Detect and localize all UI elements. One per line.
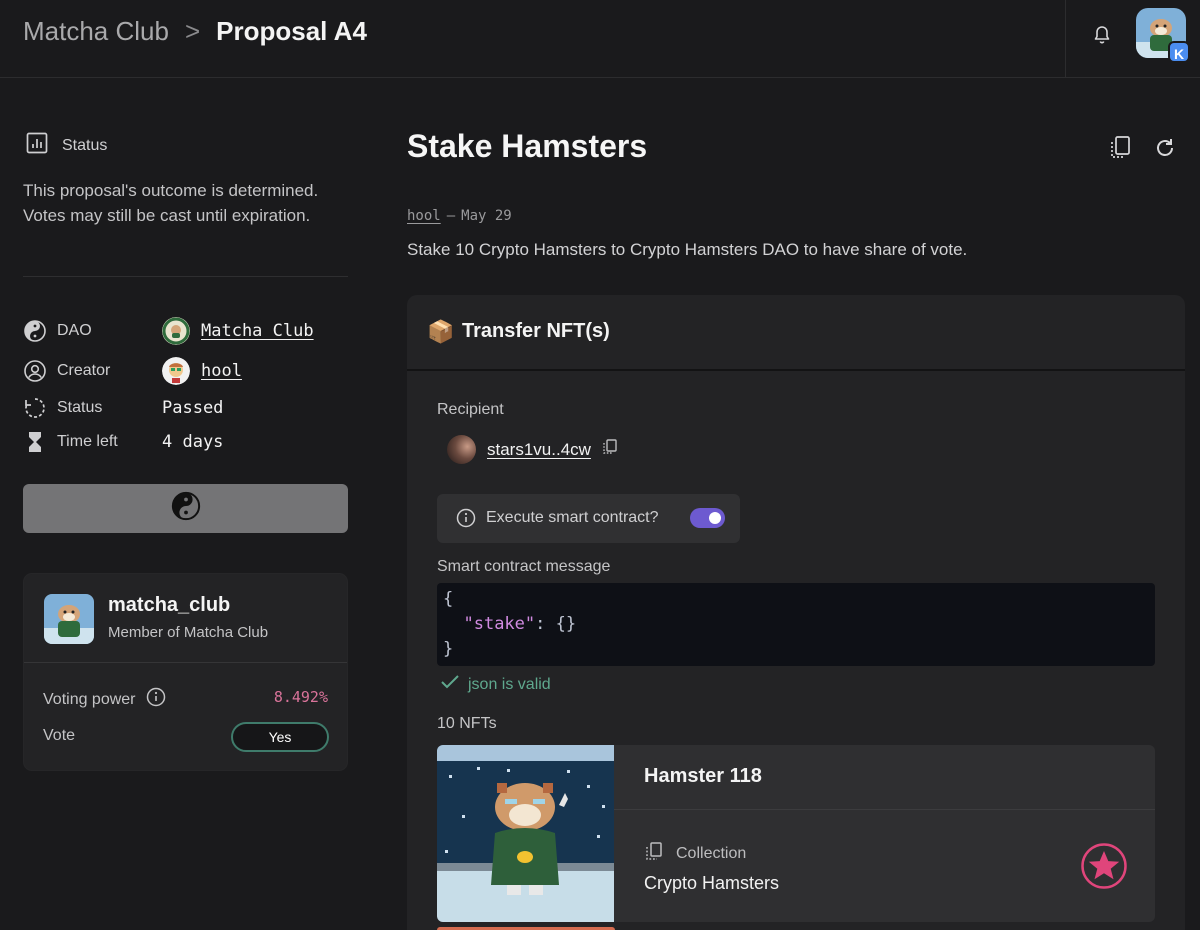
bell-icon[interactable] (1092, 24, 1112, 46)
hourglass-icon (23, 430, 47, 454)
wallet-badge: K (1168, 41, 1190, 63)
recipient-label: Recipient (437, 401, 504, 418)
voting-power-value: 8.492% (273, 688, 328, 706)
meta-separator: – (446, 208, 456, 224)
collection-label: Collection (676, 844, 747, 862)
creator-label: Creator (57, 362, 111, 379)
status-heading: Status (25, 131, 107, 160)
execute-contract-toggle[interactable] (690, 508, 725, 528)
yin-yang-icon (171, 491, 201, 526)
execute-contract-label: Execute smart contract? (486, 509, 659, 526)
info-icon (456, 508, 476, 533)
recipient-row: stars1vu..4cw (447, 435, 619, 464)
breadcrumb-dao-link[interactable]: Matcha Club (23, 16, 169, 47)
collection-name: Crypto Hamsters (644, 873, 780, 893)
dao-label: DAO (57, 322, 92, 339)
code-line-3: } (443, 639, 454, 659)
nft-divider (614, 809, 1155, 810)
header-divider (1065, 0, 1066, 78)
status-row-value: Passed (162, 398, 224, 418)
status-label: Status (62, 136, 108, 154)
member-avatar (44, 594, 94, 644)
vote-yes-badge: Yes (231, 722, 329, 752)
package-icon: 📦 (427, 319, 455, 344)
member-role: Member of Matcha Club (108, 624, 269, 641)
left-divider (23, 276, 348, 277)
refresh-circle-icon (23, 396, 47, 420)
copy-icon[interactable] (601, 438, 619, 461)
voting-power-label-group: Voting power (43, 687, 166, 712)
breadcrumb: Matcha Club > Proposal A4 (23, 16, 367, 47)
nft-name: Hamster 118 (644, 765, 762, 787)
action-card: 📦 Transfer NFT(s) Recipient stars1vu..4c… (407, 295, 1185, 930)
star-logo-icon (1080, 842, 1128, 895)
proposal-author-link[interactable]: hool (407, 208, 441, 224)
check-icon (440, 674, 460, 695)
smart-contract-message-label: Smart contract message (437, 558, 611, 575)
dao-link[interactable]: Matcha Club (201, 321, 314, 341)
dao-value: Matcha Club (162, 317, 314, 345)
info-row-dao: DAO Matcha Club (23, 316, 314, 346)
creator-link[interactable]: hool (201, 361, 242, 381)
recipient-avatar (447, 435, 476, 464)
vote-button[interactable] (23, 484, 348, 533)
action-card-header: 📦 Transfer NFT(s) (407, 295, 1185, 371)
collection-label-group: Collection (644, 841, 746, 866)
creator-value: hool (162, 357, 242, 385)
status-description: This proposal's outcome is determined. V… (23, 181, 319, 225)
json-valid-indicator: json is valid (440, 674, 551, 695)
voting-power-label: Voting power (43, 690, 136, 708)
code-key: "stake" (463, 614, 536, 634)
json-valid-text: json is valid (468, 675, 551, 693)
execute-contract-toggle-row: Execute smart contract? (437, 494, 740, 543)
proposal-meta: hool – May 29 (407, 208, 512, 224)
collection-icon (644, 841, 664, 866)
yin-yang-icon (23, 319, 47, 343)
member-card: matcha_club Member of Matcha Club Voting… (23, 573, 348, 771)
member-name: matcha_club (108, 594, 231, 616)
time-left-value: 4 days (162, 432, 224, 452)
info-row-time-left: Time left 4 days (23, 427, 223, 457)
vote-label: Vote (43, 727, 76, 744)
info-row-status: Status Passed (23, 393, 223, 423)
smart-contract-message-editor[interactable]: { "stake": {} } (437, 583, 1155, 666)
copy-icon[interactable] (1108, 135, 1132, 166)
action-title: Transfer NFT(s) (462, 320, 610, 342)
breadcrumb-current: Proposal A4 (216, 16, 367, 46)
top-header: Matcha Club > Proposal A4 K (0, 0, 1200, 78)
proposal-description: Stake 10 Crypto Hamsters to Crypto Hamst… (407, 240, 968, 259)
code-rest: : {} (535, 614, 577, 634)
chart-icon (25, 131, 49, 160)
proposal-date: May 29 (461, 208, 512, 224)
proposal-title: Stake Hamsters (407, 128, 648, 164)
user-circle-icon (23, 359, 47, 383)
refresh-icon[interactable] (1153, 136, 1177, 165)
status-row-label: Status (57, 399, 103, 416)
creator-avatar (162, 357, 190, 385)
breadcrumb-separator-icon: > (184, 16, 201, 46)
nft-image (437, 745, 614, 922)
dao-avatar (162, 317, 190, 345)
member-divider (24, 662, 347, 663)
info-row-creator: Creator hool (23, 356, 242, 386)
nfts-count-label: 10 NFTs (437, 715, 497, 732)
code-line-1: { (443, 589, 454, 609)
recipient-address-link[interactable]: stars1vu..4cw (487, 440, 591, 460)
info-icon[interactable] (146, 687, 166, 712)
code-line-2: "stake": {} (443, 612, 1155, 637)
time-left-label: Time left (57, 433, 118, 450)
nft-card[interactable]: Hamster 118 Collection Crypto Hamsters (437, 745, 1155, 922)
